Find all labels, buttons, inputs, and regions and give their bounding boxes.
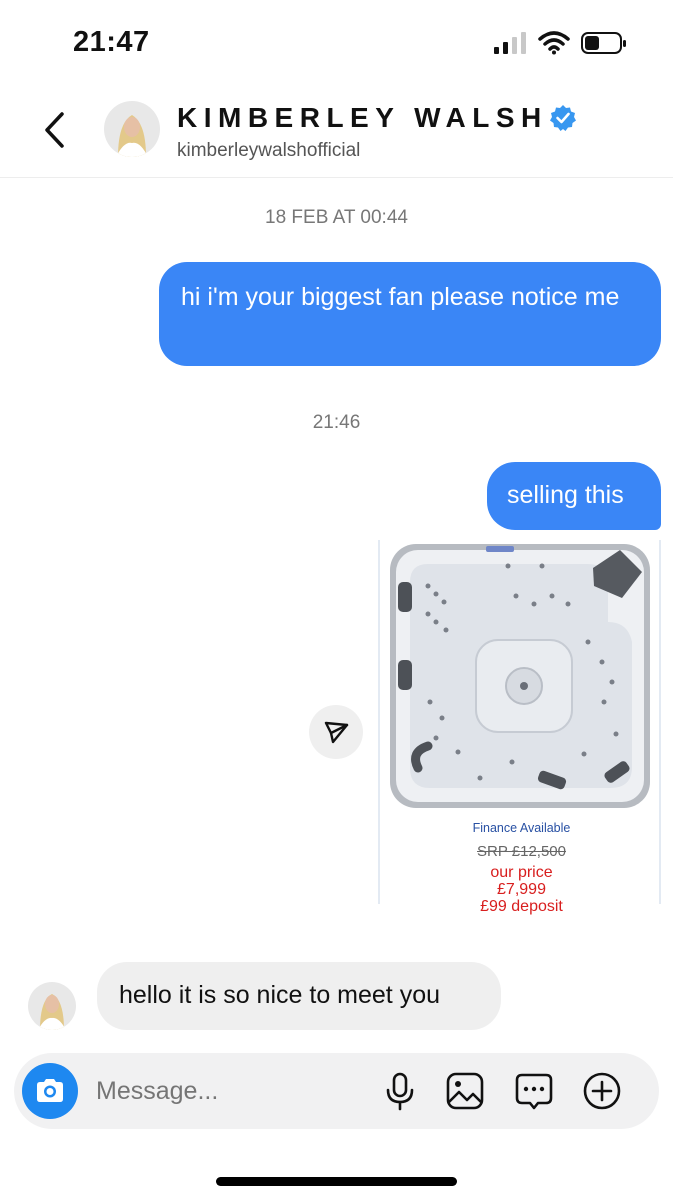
message-composer bbox=[14, 1053, 659, 1129]
timestamp: 21:46 bbox=[312, 412, 361, 433]
sticker-chat-icon[interactable] bbox=[514, 1071, 554, 1111]
back-chevron-icon[interactable] bbox=[40, 110, 70, 150]
timestamp: 18 FEB AT 00:44 bbox=[265, 207, 408, 228]
contact-handle: kimberleywalshofficial bbox=[177, 140, 361, 161]
finance-label: Finance Available bbox=[472, 821, 571, 835]
cellular-signal-icon bbox=[494, 32, 526, 54]
verified-badge-icon bbox=[550, 105, 576, 131]
home-indicator bbox=[216, 1177, 457, 1186]
gallery-icon[interactable] bbox=[445, 1071, 485, 1111]
camera-button[interactable] bbox=[22, 1063, 78, 1119]
wifi-icon bbox=[538, 31, 570, 55]
contact-name[interactable]: KIMBERLEY WALSH bbox=[177, 102, 548, 134]
deposit-price: £99 deposit bbox=[480, 898, 563, 915]
srp-price: SRP £12,500 bbox=[477, 843, 566, 860]
add-icon[interactable] bbox=[582, 1071, 622, 1111]
microphone-icon[interactable] bbox=[380, 1071, 420, 1111]
camera-icon bbox=[37, 1079, 63, 1102]
outgoing-message[interactable]: selling this bbox=[487, 462, 661, 530]
hot-tub-image bbox=[390, 544, 650, 808]
message-input[interactable] bbox=[96, 1077, 346, 1106]
our-price-label: our price bbox=[490, 864, 553, 881]
status-time: 21:47 bbox=[73, 26, 150, 58]
status-bar: 21:47 bbox=[0, 0, 673, 88]
shared-product-image[interactable]: Finance Available SRP £12,500 our price … bbox=[378, 540, 661, 915]
outgoing-message[interactable]: hi i'm your biggest fan please notice me bbox=[159, 262, 661, 366]
contact-avatar[interactable] bbox=[104, 101, 160, 157]
contact-avatar-small[interactable] bbox=[28, 982, 76, 1030]
send-arrow-icon bbox=[324, 721, 349, 744]
sale-price: £7,999 bbox=[497, 881, 546, 898]
battery-icon bbox=[581, 32, 626, 54]
share-button[interactable] bbox=[309, 705, 363, 759]
chat-header: KIMBERLEY WALSH kimberleywalshofficial bbox=[0, 88, 673, 178]
incoming-message[interactable]: hello it is so nice to meet you bbox=[97, 962, 501, 1030]
